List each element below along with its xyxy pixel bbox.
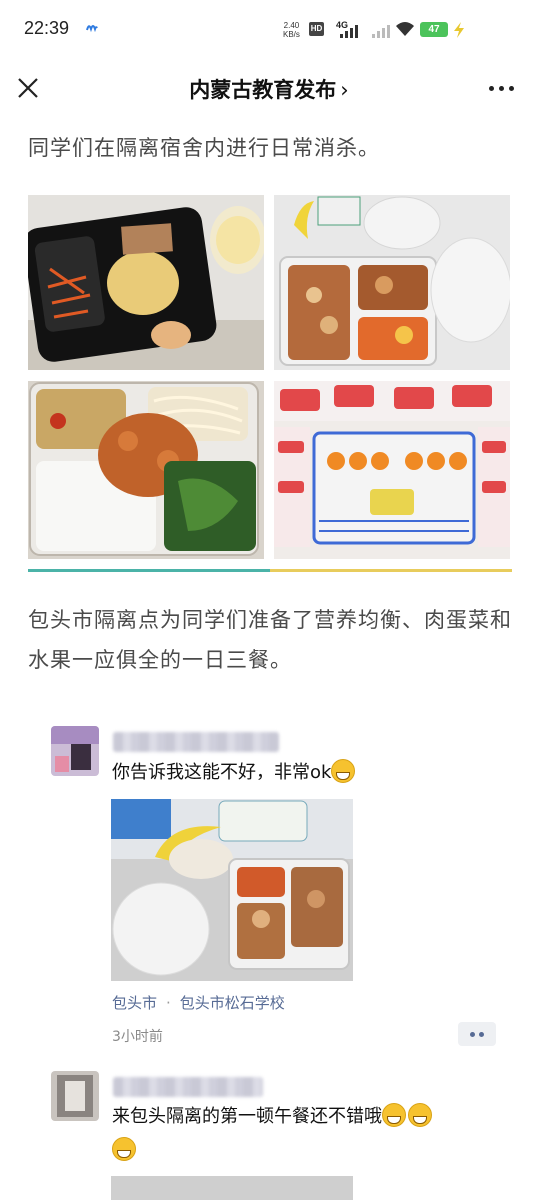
photo-orange-boxes[interactable] <box>274 381 510 559</box>
post-photo-2[interactable] <box>111 1176 353 1200</box>
divider-line <box>28 569 512 572</box>
post-comment: 你告诉我这能不好，非常ok <box>112 756 512 790</box>
avatar-2[interactable] <box>51 1071 99 1121</box>
grin-emoji-icon <box>112 1137 136 1161</box>
post-comment-2: 来包头隔离的第一顿午餐还不错哦 <box>112 1100 512 1168</box>
user-name-blurred <box>113 732 279 752</box>
grin-emoji-icon <box>408 1103 432 1127</box>
photo-lunch-with-rice[interactable] <box>274 195 510 370</box>
emoji-icon <box>331 759 356 783</box>
article-paragraph-1: 同学们在隔离宿舍内进行日常消杀。 <box>28 136 380 160</box>
charging-icon <box>454 22 464 38</box>
post-photo-lunch[interactable] <box>111 799 353 981</box>
battery-icon: 47 <box>420 22 448 37</box>
status-bar: 22:39 2.40 KB/s HD 4G 47 <box>0 0 538 62</box>
grin-emoji-icon <box>382 1103 406 1127</box>
network-speed: 2.40 KB/s <box>283 21 300 39</box>
photo-meal-box[interactable] <box>28 195 264 370</box>
signal-icon <box>340 24 358 38</box>
article-paragraph-2: 包头市隔离点为同学们准备了营养均衡、肉蛋菜和水果一应俱全的一日三餐。 <box>28 608 512 672</box>
hd-badge: HD <box>309 22 324 36</box>
app-notification-icon <box>86 25 98 32</box>
account-name[interactable]: 内蒙古教育发布 <box>189 78 336 102</box>
chevron-right-icon: › <box>340 78 349 102</box>
avatar[interactable] <box>51 726 99 776</box>
status-time: 22:39 <box>24 18 70 38</box>
post-time: 3小时前 <box>112 1029 163 1045</box>
account-title[interactable]: 内蒙古教育发布 › <box>0 74 538 104</box>
post-actions-button[interactable] <box>458 1022 496 1046</box>
post-location[interactable]: 包头市 · 包头市松石学校 <box>112 992 285 1013</box>
user-name-blurred-2 <box>113 1077 263 1097</box>
signal-icon-2 <box>372 24 390 38</box>
photo-rice-chicken-greens[interactable] <box>28 381 264 559</box>
nav-bar: 内蒙古教育发布 › <box>0 62 538 114</box>
wifi-icon <box>396 22 414 36</box>
more-icon[interactable] <box>489 86 514 91</box>
